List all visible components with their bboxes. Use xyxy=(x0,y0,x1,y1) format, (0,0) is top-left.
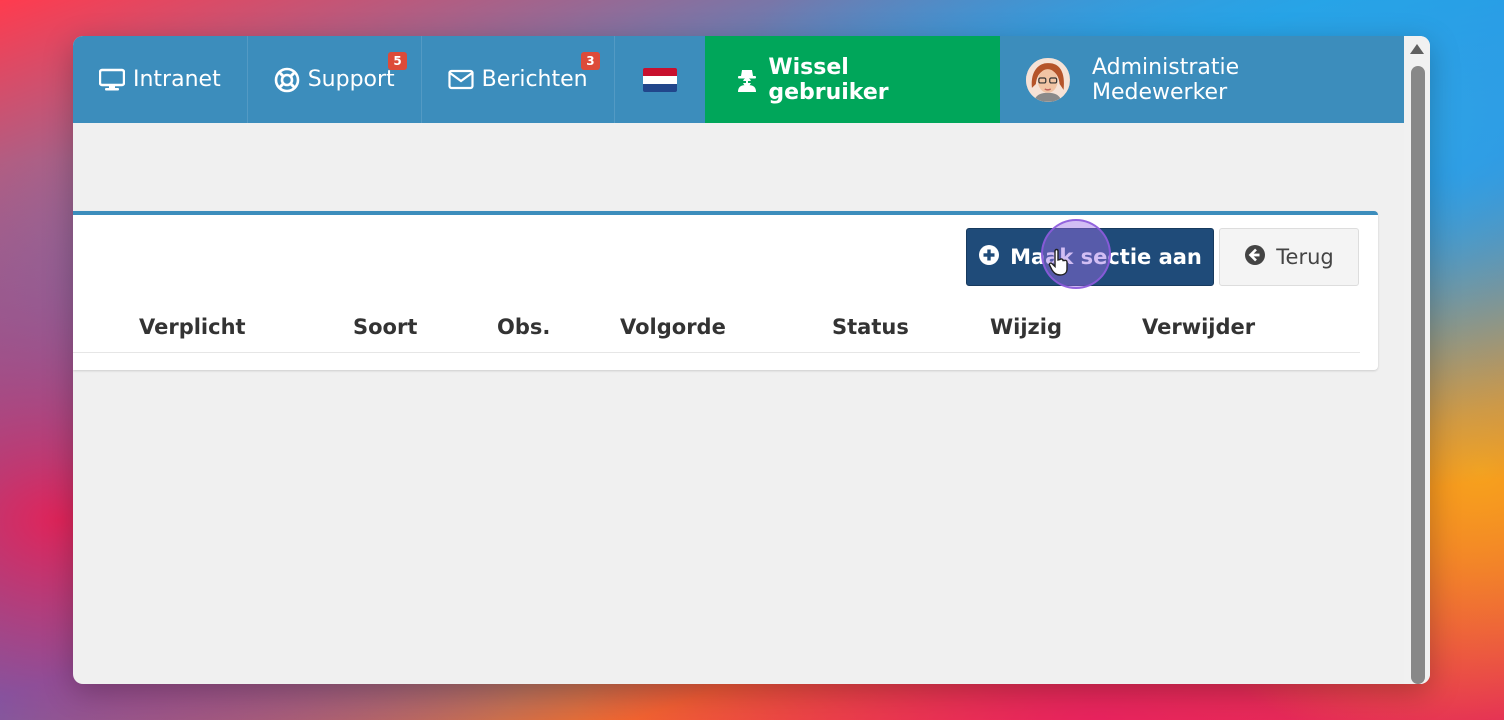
nav-support-label: Support xyxy=(307,67,395,92)
user-secret-icon xyxy=(735,67,761,93)
nav-user-name: Administratie Medewerker xyxy=(1092,54,1240,105)
column-header[interactable]: Verplicht xyxy=(139,315,246,339)
monitor-icon xyxy=(99,67,125,93)
flag-nl-icon xyxy=(642,67,677,92)
table-header-row: Verplicht Soort Obs. Volgorde Status Wij… xyxy=(73,307,1360,353)
avatar xyxy=(1026,57,1070,102)
envelope-icon xyxy=(448,67,474,93)
column-header[interactable]: Soort xyxy=(353,315,417,339)
top-navbar: Intranet Support 5 Berichten 3 Wissel ge… xyxy=(73,36,1404,123)
messages-badge: 3 xyxy=(581,52,600,70)
scroll-up-icon[interactable] xyxy=(1410,44,1424,54)
nav-messages[interactable]: Berichten 3 xyxy=(420,36,614,123)
nav-intranet[interactable]: Intranet xyxy=(73,36,247,123)
back-button[interactable]: Terug xyxy=(1219,228,1359,286)
nav-messages-label: Berichten xyxy=(481,67,588,92)
nav-support[interactable]: Support 5 xyxy=(246,36,421,123)
column-header[interactable]: Status xyxy=(832,315,909,339)
arrow-circle-left-icon xyxy=(1244,244,1266,271)
sections-panel: Maak sectie aan Terug Verplicht Soort Ob… xyxy=(73,211,1378,370)
column-header[interactable]: Verwijder xyxy=(1142,315,1255,339)
column-header[interactable]: Wijzig xyxy=(990,315,1062,339)
plus-circle-icon xyxy=(978,244,1000,271)
nav-intranet-label: Intranet xyxy=(133,67,221,92)
back-label: Terug xyxy=(1276,245,1334,269)
browser-window: Intranet Support 5 Berichten 3 Wissel ge… xyxy=(73,36,1430,684)
nav-user-menu[interactable]: Administratie Medewerker xyxy=(1000,36,1404,123)
nav-language[interactable] xyxy=(613,36,705,123)
hand-cursor-icon xyxy=(1048,248,1070,280)
column-header[interactable]: Volgorde xyxy=(620,315,726,339)
lifebuoy-icon xyxy=(274,67,300,93)
nav-switch-user[interactable]: Wissel gebruiker xyxy=(704,36,1001,123)
support-badge: 5 xyxy=(388,52,407,70)
vertical-scrollbar[interactable] xyxy=(1404,36,1430,684)
column-header[interactable]: Obs. xyxy=(497,315,550,339)
scroll-thumb[interactable] xyxy=(1411,66,1425,684)
nav-switch-user-label: Wissel gebruiker xyxy=(768,54,889,105)
